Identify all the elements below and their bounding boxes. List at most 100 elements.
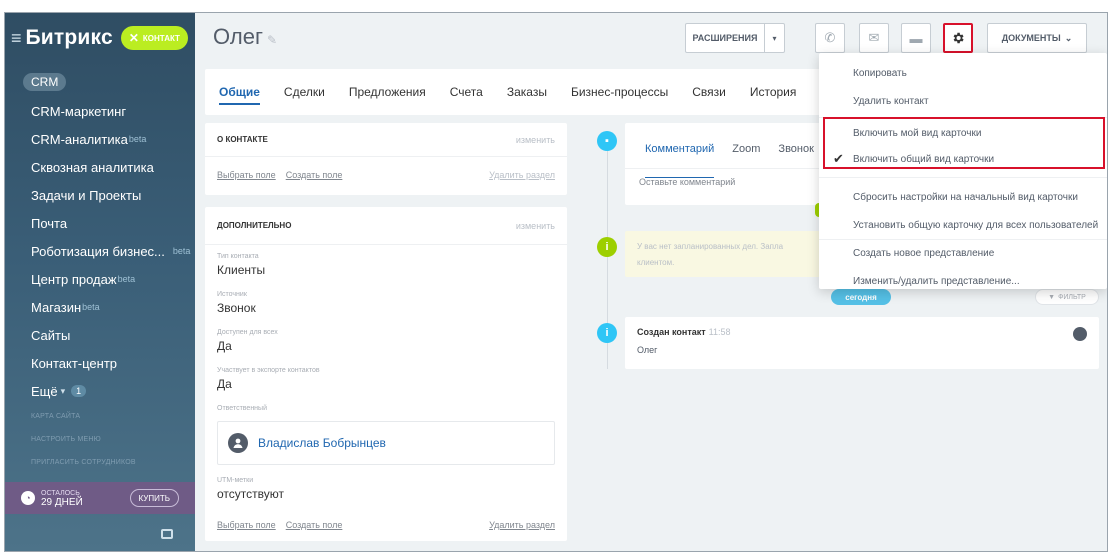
- sidebar-item-shop[interactable]: Магазин beta: [5, 293, 195, 321]
- contact-button[interactable]: ✕ контакт: [120, 26, 188, 50]
- sidebar-item-label: Магазин: [31, 299, 82, 315]
- edit-link[interactable]: изменить: [516, 135, 555, 145]
- tab-comment[interactable]: Комментарий: [645, 143, 715, 178]
- chat-icon: ▬: [909, 30, 923, 46]
- printer-icon[interactable]: [161, 529, 173, 539]
- tab-zoom[interactable]: Zoom: [732, 143, 760, 168]
- brand-logo[interactable]: Битрикс: [26, 26, 113, 50]
- event-contact-name[interactable]: Олег: [637, 345, 1099, 355]
- select-field-link[interactable]: Выбрать поле: [217, 520, 276, 530]
- create-field-link[interactable]: Создать поле: [286, 520, 343, 530]
- configure-menu-link[interactable]: Настроить меню: [31, 436, 136, 459]
- field-source[interactable]: Источник Звонок: [205, 291, 567, 329]
- sidebar-item-crm-marketing[interactable]: CRM-маркетинг: [5, 97, 195, 125]
- main-area: Олег ✎ Расширения ▾ ✆ ✉ ▬ Документы ⌄ Общ…: [195, 13, 1107, 551]
- field-label: Доступен для всех: [217, 329, 278, 336]
- left-sidebar: ≡ Битрикс ✕ контакт CRM CRM-маркетинг CR…: [5, 13, 195, 551]
- select-field-link[interactable]: Выбрать поле: [217, 170, 276, 180]
- menu-item-label: Сбросить настройки на начальный вид карт…: [853, 191, 1078, 203]
- delete-section-link[interactable]: Удалить раздел: [489, 170, 555, 180]
- tab-business-processes[interactable]: Бизнес-процессы: [571, 69, 668, 115]
- tab-deals[interactable]: Сделки: [284, 69, 325, 115]
- tab-quotes[interactable]: Предложения: [349, 69, 426, 115]
- about-contact-card: О контакте изменить Выбрать поле Создать…: [205, 123, 567, 195]
- extensions-label: Расширения: [692, 33, 758, 43]
- sidebar-item-label: Почта: [31, 215, 68, 231]
- menu-item-edit-view[interactable]: Изменить/удалить представление...: [819, 267, 1107, 295]
- sidebar-item-label: Контакт-центр: [31, 355, 118, 371]
- additional-card: Дополнительно изменить Тип контакта Клие…: [205, 207, 567, 541]
- sidebar-item-sites[interactable]: Сайты: [5, 321, 195, 349]
- sitemap-link[interactable]: Карта сайта: [31, 413, 136, 436]
- tab-invoices[interactable]: Счета: [450, 69, 483, 115]
- contact-name[interactable]: Олег: [213, 24, 263, 49]
- avatar[interactable]: [1073, 327, 1087, 341]
- sidebar-item-label: Задачи и Проекты: [31, 187, 142, 203]
- tab-call[interactable]: Звонок: [778, 143, 814, 168]
- buy-button[interactable]: купить: [129, 489, 179, 507]
- tab-bar: Общие Сделки Предложения Счета Заказы Би…: [205, 69, 825, 115]
- email-button[interactable]: ✉: [859, 23, 889, 53]
- sidebar-item-more[interactable]: Ещё ▾ 1: [5, 377, 195, 405]
- field-value: Клиенты: [217, 263, 266, 277]
- contact-button-label: контакт: [142, 33, 180, 43]
- pencil-icon[interactable]: ✎: [267, 33, 277, 47]
- create-field-link[interactable]: Создать поле: [286, 170, 343, 180]
- sidebar-item-mail[interactable]: Почта: [5, 209, 195, 237]
- menu-item-delete-contact[interactable]: Удалить контакт: [819, 87, 1107, 115]
- field-label: Источник: [217, 291, 247, 298]
- tab-orders[interactable]: Заказы: [507, 69, 547, 115]
- sidebar-item-sales-center[interactable]: Центр продаж beta: [5, 265, 195, 293]
- field-utm[interactable]: UTM-метки отсутствуют: [205, 477, 567, 513]
- phone-icon: ✆: [824, 30, 836, 45]
- responsible-user[interactable]: Владислав Бобрынцев: [217, 421, 555, 465]
- tab-general[interactable]: Общие: [219, 69, 260, 115]
- sidebar-item-end-to-end-analytics[interactable]: Сквозная аналитика: [5, 153, 195, 181]
- field-export[interactable]: Участвует в экспорте контактов Да: [205, 367, 567, 405]
- card-actions: Выбрать поле Создать поле Удалить раздел: [205, 157, 567, 193]
- notice-text: клиентом.: [637, 258, 675, 267]
- menu-item-reset-card[interactable]: Сбросить настройки на начальный вид карт…: [819, 183, 1107, 211]
- sidebar-item-robotization[interactable]: Роботизация бизнес... beta: [5, 237, 195, 265]
- trial-banner: ◔ осталось 29 дней купить: [5, 482, 195, 514]
- chat-button[interactable]: ▬: [901, 23, 931, 53]
- extensions-button[interactable]: Расширения ▾: [685, 23, 785, 53]
- card-title: О контакте: [217, 135, 268, 144]
- sidebar-item-crm[interactable]: CRM: [5, 67, 195, 97]
- menu-item-create-view[interactable]: Создать новое представление: [819, 239, 1107, 267]
- menu-item-label: Копировать: [853, 67, 907, 79]
- settings-button[interactable]: [943, 23, 973, 53]
- phone-button[interactable]: ✆: [815, 23, 845, 53]
- delete-section-link[interactable]: Удалить раздел: [489, 520, 555, 530]
- tab-links[interactable]: Связи: [692, 69, 726, 115]
- sidebar-item-tasks[interactable]: Задачи и Проекты: [5, 181, 195, 209]
- responsible-name[interactable]: Владислав Бобрынцев: [258, 436, 386, 450]
- edit-link[interactable]: изменить: [516, 221, 555, 231]
- documents-button[interactable]: Документы ⌄: [987, 23, 1087, 53]
- trial-days: 29 дней: [41, 497, 83, 508]
- menu-item-label: Изменить/удалить представление...: [853, 275, 1020, 287]
- highlight-frame: [823, 117, 1105, 169]
- menu-icon[interactable]: ≡: [11, 28, 22, 49]
- beta-badge: beta: [172, 246, 191, 256]
- sidebar-item-crm-analytics[interactable]: CRM-аналитика beta: [5, 125, 195, 153]
- envelope-icon: ✉: [868, 30, 880, 45]
- tab-history[interactable]: История: [750, 69, 797, 115]
- sidebar-item-contact-center[interactable]: Контакт-центр: [5, 349, 195, 377]
- field-value: Да: [217, 339, 232, 353]
- menu-item-label: Установить общую карточку для всех польз…: [853, 219, 1099, 231]
- field-label: Ответственный: [217, 405, 267, 412]
- invite-employees-link[interactable]: Пригласить сотрудников: [31, 459, 136, 482]
- chevron-down-icon: ⌄: [1064, 32, 1073, 43]
- menu-item-copy[interactable]: Копировать: [819, 59, 1107, 87]
- no-plans-notice: У вас нет запланированных дел. Запла кли…: [625, 231, 825, 277]
- field-available-for-all[interactable]: Доступен для всех Да: [205, 329, 567, 367]
- clock-icon: ◔: [21, 491, 35, 505]
- field-contact-type[interactable]: Тип контакта Клиенты: [205, 253, 567, 291]
- card-header: О контакте изменить: [205, 123, 567, 157]
- sidebar-item-label: Ещё: [31, 383, 58, 399]
- chevron-down-icon[interactable]: ▾: [764, 24, 784, 52]
- trial-text: осталось 29 дней: [41, 489, 83, 508]
- menu-item-set-common-card[interactable]: Установить общую карточку для всех польз…: [819, 211, 1107, 239]
- card-header: Дополнительно изменить: [205, 207, 567, 245]
